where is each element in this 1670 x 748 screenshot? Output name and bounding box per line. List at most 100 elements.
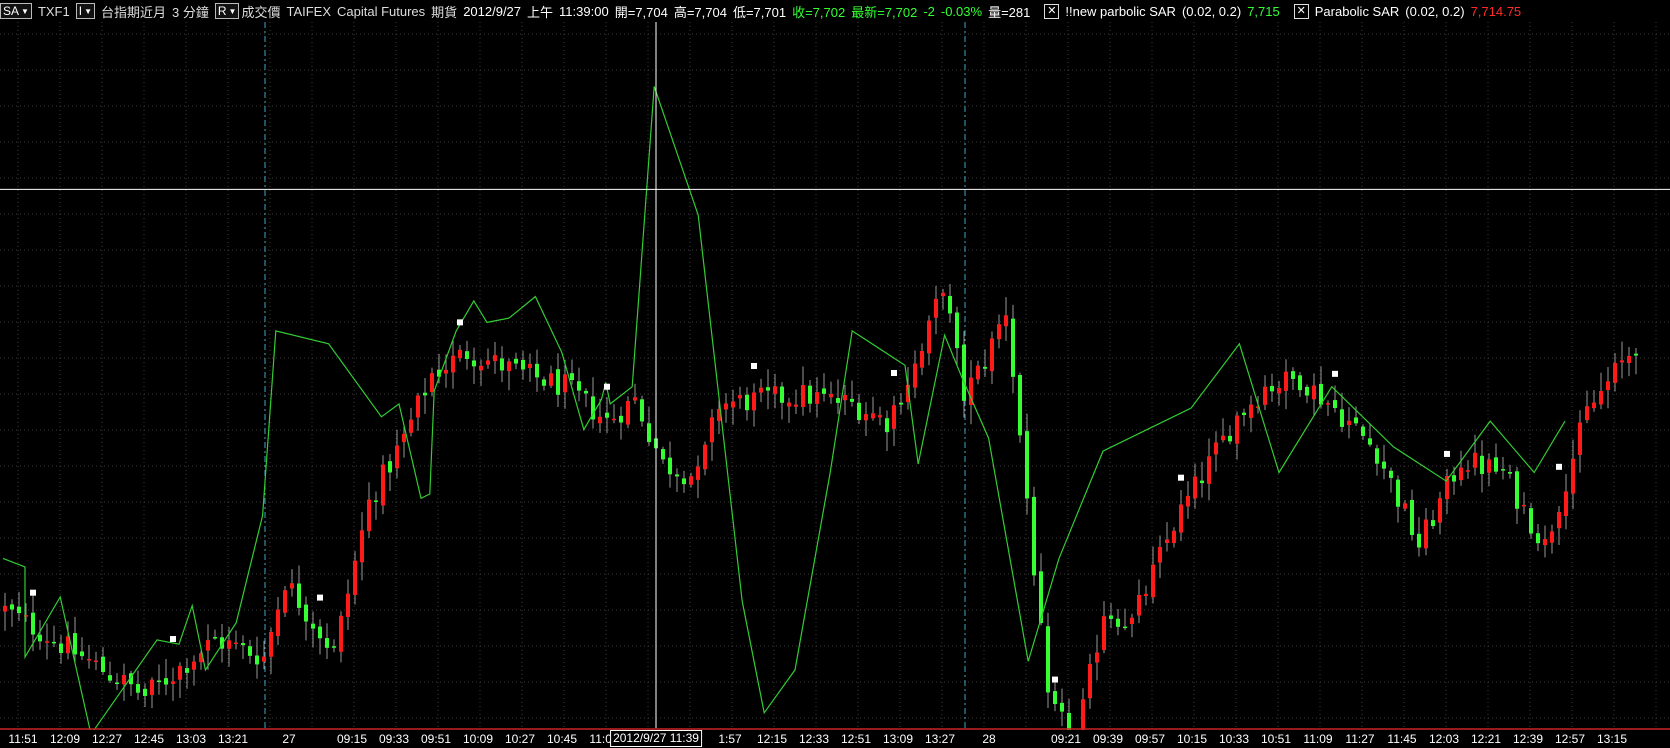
indicator2-name: Parabolic SAR [1314, 3, 1400, 19]
candle-body [1060, 702, 1064, 712]
candle-body [920, 351, 924, 368]
candle-body [465, 351, 469, 359]
candle-body [983, 366, 987, 369]
candle-body [1158, 546, 1162, 563]
candle-body [836, 398, 840, 403]
candle-body [780, 386, 784, 403]
interval-dropdown[interactable]: I ▼ [75, 3, 95, 19]
candle-body [1473, 452, 1477, 468]
candle-body [955, 312, 959, 349]
time-tick-label: 28 [982, 732, 996, 746]
time-tick-label: 09:21 [1050, 732, 1082, 746]
candle-body [1571, 458, 1575, 494]
candle-body [1242, 412, 1246, 416]
candle-body [276, 609, 280, 637]
candle-body [731, 401, 735, 408]
candle-body [479, 365, 483, 371]
candle-body [822, 388, 826, 394]
candle-body [766, 387, 770, 391]
candle-body [234, 642, 238, 645]
candle-body [1354, 417, 1358, 424]
candle-body [696, 466, 700, 480]
candle-body [1088, 663, 1092, 699]
candle-body [1592, 402, 1596, 409]
broker: Capital Futures [337, 3, 426, 19]
candle-body [374, 500, 378, 502]
time-tick-label: 13:09 [882, 732, 914, 746]
candle-body [1116, 618, 1120, 627]
candle-body [1494, 457, 1498, 472]
time-tick-label: 27 [282, 732, 296, 746]
candle-body [472, 360, 476, 367]
candle-body [703, 444, 707, 470]
indicator2-close-icon[interactable]: ✕ [1293, 3, 1309, 19]
indicator1-close-icon[interactable]: ✕ [1044, 3, 1060, 19]
candle-body [52, 641, 56, 644]
session-dividers [264, 22, 966, 728]
candle-body [395, 445, 399, 469]
price-type-dropdown[interactable]: R ▼ [214, 3, 240, 19]
ticker-dropdown[interactable]: SA ▼ [0, 3, 32, 19]
session: 上午 [527, 4, 554, 20]
candle-body [1361, 426, 1365, 436]
open-value: 開=7,704 [614, 4, 668, 20]
candle-body [1151, 564, 1155, 598]
sar-marker [317, 594, 323, 601]
candle-body [227, 640, 231, 649]
sar-marker [457, 319, 463, 326]
time-tick-label: 10:09 [462, 732, 494, 746]
candle-body [1305, 386, 1309, 396]
candle-body [1396, 479, 1400, 507]
candle-body [1543, 539, 1547, 546]
candle-body [1298, 375, 1302, 391]
candle-body [892, 405, 896, 429]
candle-body [1382, 461, 1386, 469]
candle-body [1536, 533, 1540, 544]
candle-body [388, 461, 392, 473]
candle-body [1018, 374, 1022, 436]
candle-body [178, 665, 182, 680]
time-tick-label: 13:21 [217, 732, 249, 746]
candle-body [59, 643, 63, 653]
candle-body [1431, 520, 1435, 527]
time-tick-label: 12:33 [798, 732, 830, 746]
time-tick-label: 12:45 [133, 732, 165, 746]
candle-body [773, 386, 777, 394]
candle-body [1410, 499, 1414, 535]
candle-body [241, 643, 245, 646]
candle-body [1424, 519, 1428, 549]
sar-markers [30, 319, 1562, 683]
chevron-down-icon: ▼ [84, 6, 92, 16]
time-tick-label: 11:51 [8, 732, 38, 746]
candle-body [1452, 475, 1456, 482]
time-tick-label: 12:27 [91, 732, 123, 746]
candle-body [1368, 438, 1372, 445]
time-tick-label: 12:57 [1554, 732, 1586, 746]
candle-body [850, 398, 854, 402]
candle-body [1130, 617, 1134, 624]
candle-body [101, 656, 105, 673]
time-tick-label: 11:09 [1303, 732, 1333, 746]
candle-body [1627, 355, 1631, 364]
candle-body [1095, 652, 1099, 663]
candle-body [1179, 504, 1183, 533]
candle-body [1333, 400, 1337, 408]
candle-body [1550, 531, 1554, 543]
candle-body [1193, 476, 1197, 499]
last-value: 最新=7,702 [851, 4, 918, 20]
candle-body [1515, 471, 1519, 509]
price-chart[interactable] [0, 22, 1670, 730]
candle-body [1606, 381, 1610, 391]
candle-body [248, 646, 252, 656]
time-axis: 11:51 12:09 12:27 12:45 13:03 13:21 27 09:15 09:… [0, 730, 1670, 748]
candle-body [1102, 616, 1106, 651]
candle-body [150, 679, 154, 696]
candle-body [409, 419, 413, 433]
time-tick-label: 10:51 [1260, 732, 1292, 746]
chevron-down-icon: ▼ [228, 6, 237, 16]
candle-body [1501, 469, 1505, 471]
time-tick-label: 12:09 [49, 732, 81, 746]
candle-body [507, 361, 511, 372]
candle-body [206, 640, 210, 651]
candle-body [311, 623, 315, 629]
